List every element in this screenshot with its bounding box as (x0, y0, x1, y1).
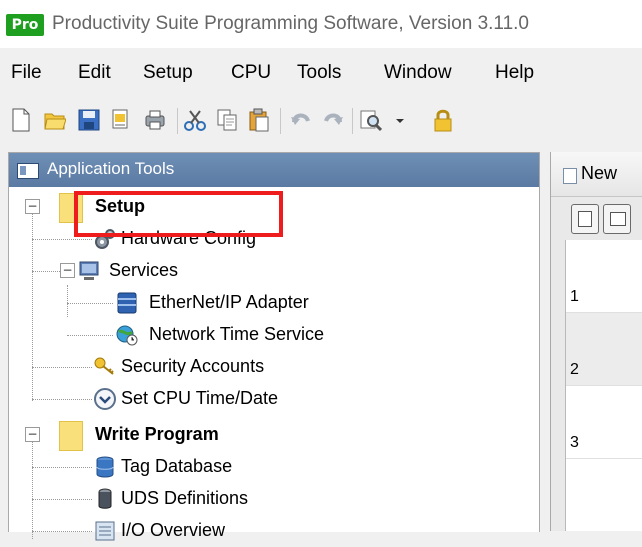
tree-node-ethernet-ip-adapter[interactable]: EtherNet/IP Adapter (9, 287, 539, 319)
menu-help[interactable]: Help (495, 62, 534, 84)
collapse-toggle[interactable]: − (25, 199, 40, 214)
tree-label-ethernet-ip-adapter: EtherNet/IP Adapter (149, 292, 309, 312)
menu-setup[interactable]: Setup (143, 62, 193, 84)
tree-node-set-cpu-time-date[interactable]: Set CPU Time/Date (9, 383, 539, 415)
page-view-icon (578, 211, 592, 227)
tree-label-services: Services (109, 260, 179, 280)
print-icon[interactable] (144, 108, 166, 132)
database-icon (96, 456, 114, 478)
tree-node-io-overview[interactable]: I/O Overview (9, 515, 539, 547)
save-icon[interactable] (78, 108, 100, 132)
tree-label-uds-definitions: UDS Definitions (121, 488, 249, 508)
tree-node-network-time-service[interactable]: Network Time Service (9, 319, 539, 351)
cylinder-icon (98, 488, 112, 509)
cut-icon[interactable] (184, 108, 206, 132)
tree-node-services[interactable]: − Services (9, 255, 539, 287)
document-tab-title: New (581, 163, 618, 183)
window-title: Productivity Suite Programming Software,… (52, 13, 529, 34)
panel-window-icon (17, 163, 39, 179)
redo-icon[interactable] (322, 108, 344, 132)
tree-label-security-accounts: Security Accounts (121, 356, 265, 376)
title-bar: Pro Productivity Suite Programming Softw… (0, 0, 642, 48)
globe-clock-icon (116, 325, 138, 346)
tree-node-uds-definitions[interactable]: UDS Definitions (9, 483, 539, 515)
rung-grid: 1 2 3 (565, 240, 642, 531)
list-view-icon (610, 212, 626, 226)
tree-label-network-time-service: Network Time Service (149, 324, 325, 344)
toolbar-separator (352, 108, 353, 134)
panel-header: Application Tools (9, 153, 539, 187)
toolbar (0, 100, 642, 140)
row-number: 3 (570, 434, 579, 451)
table-row[interactable]: 1 (566, 240, 642, 313)
app-logo: Pro (6, 14, 44, 36)
database-server-icon (117, 292, 137, 314)
document-icon (563, 168, 577, 184)
tree-label-set-cpu-time-date: Set CPU Time/Date (121, 388, 279, 408)
app-logo-text: Pro (11, 17, 39, 33)
collapse-toggle[interactable]: − (60, 263, 75, 278)
menu-tools[interactable]: Tools (297, 62, 341, 84)
application-tree: − Setup Hardware Config − Services Ether… (9, 187, 539, 541)
new-icon[interactable] (10, 108, 32, 132)
menu-window[interactable]: Window (384, 62, 452, 84)
menu-bar: File Edit Setup CPU Tools Window Help (0, 56, 642, 92)
tree-node-tag-database[interactable]: Tag Database (9, 451, 539, 483)
clock-chevron-icon (94, 388, 116, 410)
io-module-icon (95, 521, 115, 541)
row-number: 2 (570, 361, 579, 378)
keys-icon (94, 357, 114, 375)
open-icon[interactable] (44, 108, 66, 132)
computer-services-icon (79, 261, 99, 280)
toolbar-separator (280, 108, 281, 134)
tree-label-tag-database: Tag Database (121, 456, 233, 476)
table-row[interactable]: 2 (566, 313, 642, 386)
paste-icon[interactable] (248, 108, 270, 132)
menu-file[interactable]: File (11, 62, 42, 84)
tree-label-write-program: Write Program (95, 424, 219, 444)
tree-view-button[interactable] (603, 204, 631, 234)
folder-icon (59, 421, 83, 451)
print-preview-icon[interactable] (110, 108, 132, 132)
search-icon[interactable] (360, 108, 382, 132)
view-button[interactable] (571, 204, 599, 234)
panel-title: Application Tools (47, 159, 175, 178)
document-panel: New 1 2 3 (550, 152, 642, 531)
copy-icon[interactable] (216, 108, 238, 132)
lock-icon[interactable] (432, 108, 454, 132)
toolbar-separator (177, 108, 178, 134)
table-row[interactable]: 3 (566, 386, 642, 459)
tree-node-write-program[interactable]: − Write Program (9, 419, 539, 451)
row-number: 1 (570, 288, 579, 305)
dropdown-arrow-icon[interactable] (394, 108, 406, 132)
collapse-toggle[interactable]: − (25, 427, 40, 442)
document-tab[interactable]: New (551, 152, 642, 197)
tree-node-security-accounts[interactable]: Security Accounts (9, 351, 539, 383)
highlight-box (74, 191, 283, 237)
menu-cpu[interactable]: CPU (231, 62, 271, 84)
menu-edit[interactable]: Edit (78, 62, 111, 84)
undo-icon[interactable] (290, 108, 312, 132)
